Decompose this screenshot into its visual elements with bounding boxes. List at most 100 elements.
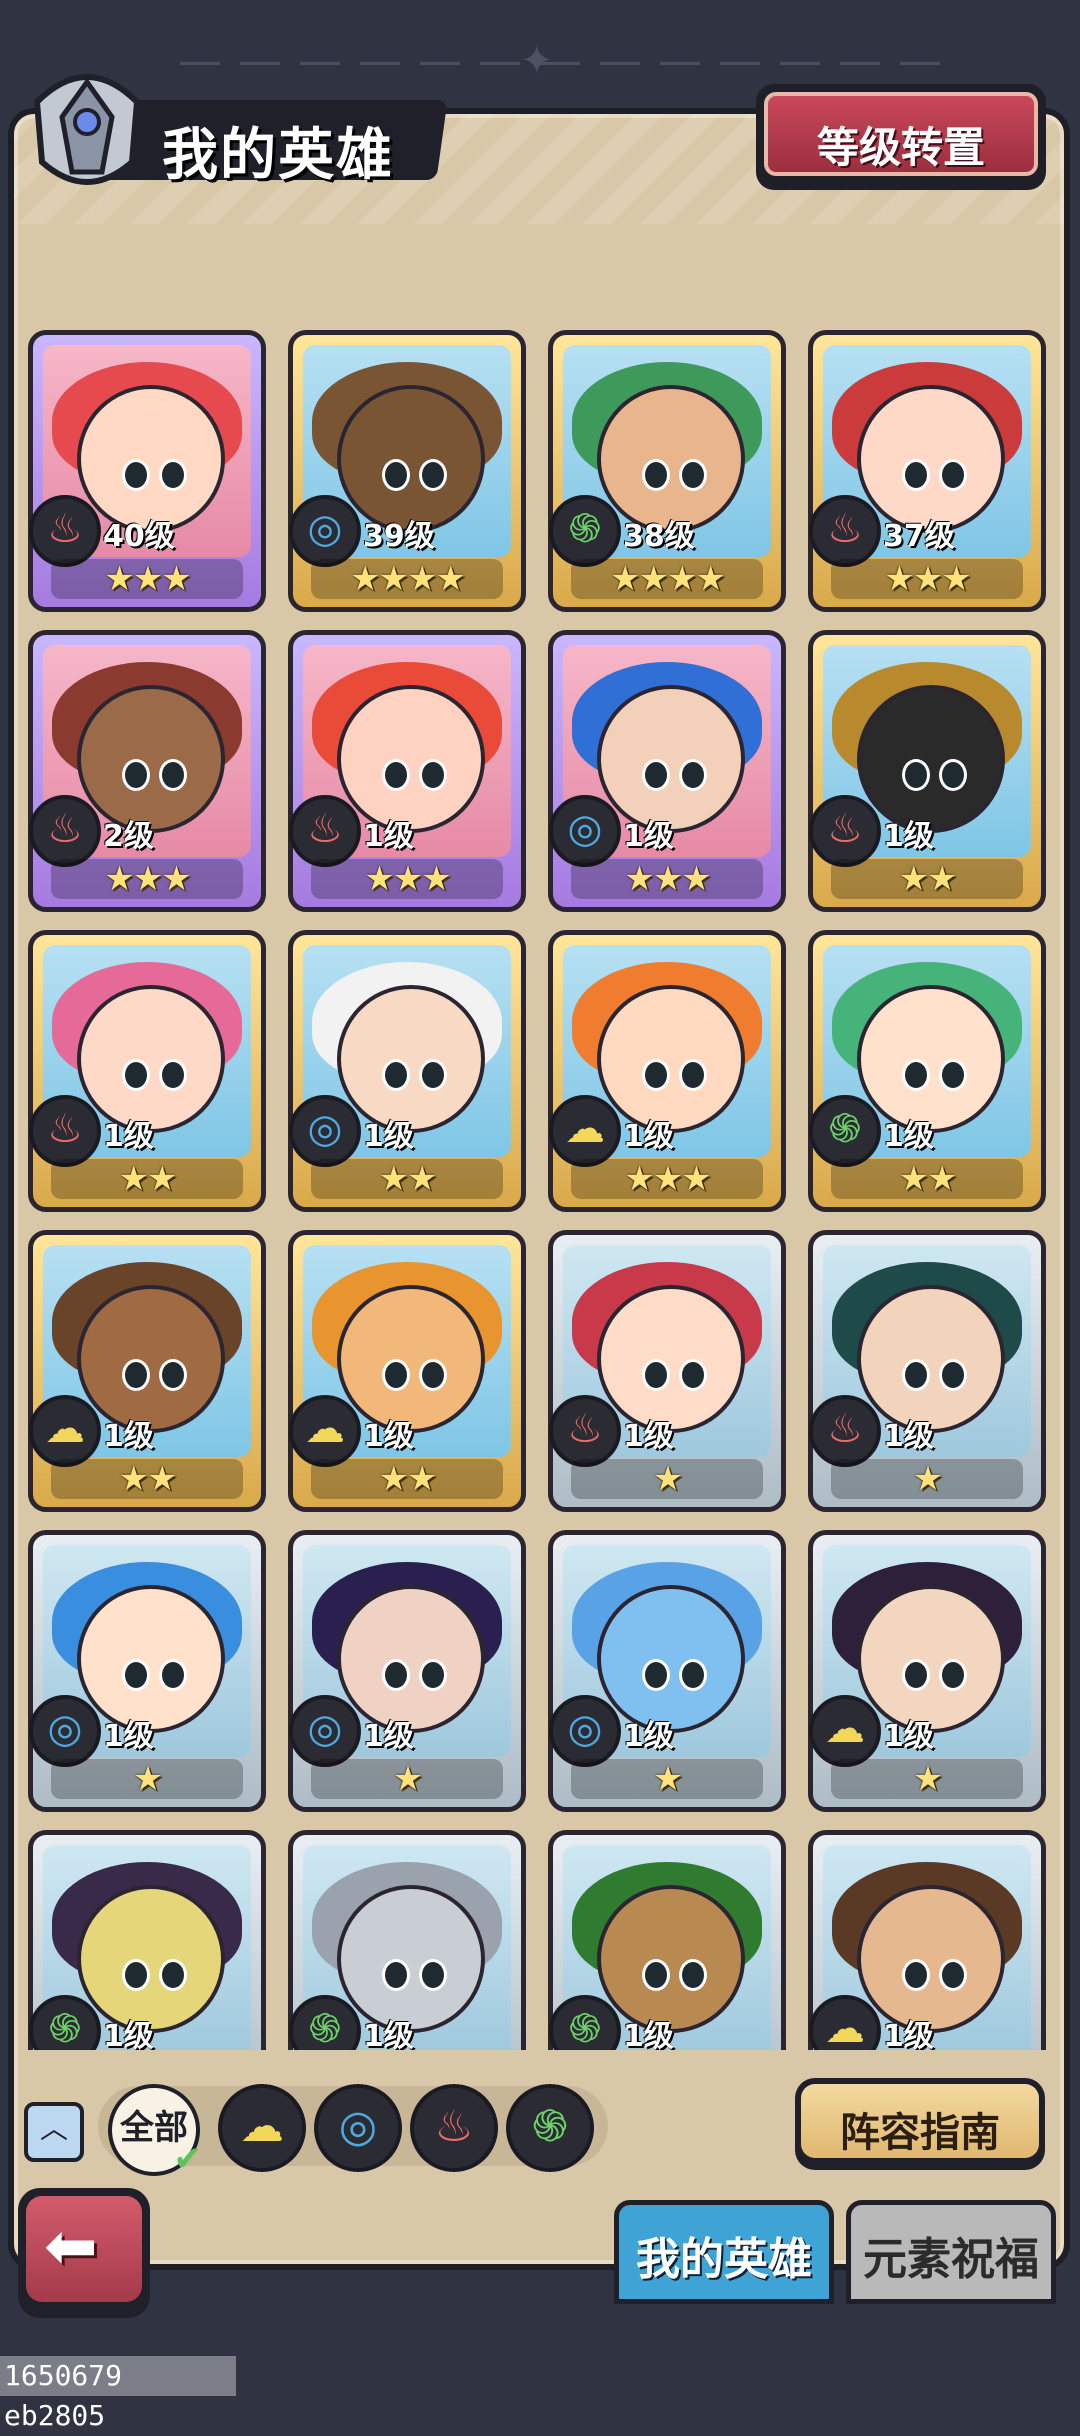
diamond-ornament-icon: ✦	[520, 38, 554, 84]
hero-stars: ★★	[51, 1159, 243, 1199]
hero-stars: ★	[571, 1459, 763, 1499]
hero-level: 1级	[363, 819, 414, 854]
helmet-icon	[33, 74, 141, 185]
collapse-button[interactable]: ︿	[24, 2102, 84, 2162]
tab-element-blessing[interactable]: 元素祝福	[846, 2200, 1056, 2304]
hero-stars: ★★	[831, 859, 1023, 899]
checkmark-icon: ✔	[173, 2139, 203, 2179]
hero-card[interactable]: 1级 ◎ ★★	[288, 930, 526, 1212]
hero-stars: ★★★	[571, 1159, 763, 1199]
earth-element-icon: ☁	[289, 1395, 361, 1467]
hero-card[interactable]: 1级 ♨ ★★	[808, 630, 1046, 912]
fire-element-icon: ♨	[29, 495, 101, 567]
hero-stars: ★	[831, 1759, 1023, 1799]
hero-level: 1级	[883, 1119, 934, 1154]
hero-stars: ★★★	[311, 859, 503, 899]
hero-level: 2级	[103, 819, 154, 854]
filter-wood-icon[interactable]: ֍	[506, 2084, 594, 2172]
hero-stars: ★★	[51, 1459, 243, 1499]
hero-card[interactable]: 1级 ♨ ★★★	[288, 630, 526, 912]
hero-level: 1级	[623, 1119, 674, 1154]
hero-card[interactable]: 37级 ♨ ★★★	[808, 330, 1046, 612]
filter-fire-icon[interactable]: ♨	[410, 2084, 498, 2172]
hero-card[interactable]: 1级 ◎ ★★★	[548, 630, 786, 912]
hero-level: 1级	[883, 1419, 934, 1454]
hero-level: 1级	[103, 1719, 154, 1754]
hero-card[interactable]: 1级 ♨ ★	[548, 1230, 786, 1512]
hero-level: 1级	[883, 2019, 934, 2050]
hero-card[interactable]: 1级 ◎ ★	[548, 1530, 786, 1812]
hero-card[interactable]: 1级 ☁ ★	[808, 1530, 1046, 1812]
hero-level: 1级	[623, 1719, 674, 1754]
earth-element-icon: ☁	[29, 1395, 101, 1467]
hero-stars: ★★★	[571, 859, 763, 899]
hero-card[interactable]: 40级 ♨ ★★★	[28, 330, 266, 612]
hero-card[interactable]: 1级 ☁	[808, 1830, 1046, 2050]
hero-stars: ★★	[311, 1159, 503, 1199]
hero-card[interactable]: 1级 ֍ ★★	[808, 930, 1046, 1212]
hero-stars: ★★★★	[571, 559, 763, 599]
hero-level: 1级	[623, 1419, 674, 1454]
hero-card[interactable]: 1级 ◎ ★	[28, 1530, 266, 1812]
debug-build-text: 1650679 eb2805	[0, 2356, 236, 2432]
water-element-icon: ◎	[549, 1695, 621, 1767]
hero-stars: ★★★★	[311, 559, 503, 599]
fire-element-icon: ♨	[549, 1395, 621, 1467]
hero-card[interactable]: 1级 ♨ ★	[808, 1230, 1046, 1512]
hero-level: 40级	[103, 519, 175, 554]
hero-level: 38级	[623, 519, 695, 554]
hero-grid: 40级 ♨ ★★★ 39级 ◎ ★★★★ 38级 ֍ ★★★★ 37级 ♨ ★★★ 2级 ♨ ★★★ 1级 ♨ ★…	[18, 330, 1054, 2050]
tab-my-heroes-label: 我的英雄	[636, 2234, 812, 2285]
hero-stars: ★	[571, 1759, 763, 1799]
hero-card[interactable]: 1级 ֍	[28, 1830, 266, 2050]
hero-level: 39级	[363, 519, 435, 554]
hero-stars: ★	[51, 1759, 243, 1799]
hero-level: 1级	[103, 1119, 154, 1154]
hero-card[interactable]: 38级 ֍ ★★★★	[548, 330, 786, 612]
hero-level: 1级	[103, 2019, 154, 2050]
hero-stars: ★	[311, 1759, 503, 1799]
hero-stars: ★★★	[831, 559, 1023, 599]
hero-card[interactable]: 1级 ♨ ★★	[28, 930, 266, 1212]
level-transfer-label: 等级转置	[816, 123, 985, 172]
hero-level: 1级	[363, 1119, 414, 1154]
hero-stars: ★★	[311, 1459, 503, 1499]
back-arrow-icon: ⬅	[44, 2210, 98, 2284]
hero-card[interactable]: 1级 ֍	[548, 1830, 786, 2050]
back-button[interactable]: ⬅	[18, 2188, 150, 2318]
tab-element-blessing-label: 元素祝福	[863, 2234, 1039, 2285]
hero-stars: ★★★	[51, 859, 243, 899]
hero-card[interactable]: 1级 ☁ ★★	[288, 1230, 526, 1512]
fire-element-icon: ♨	[289, 795, 361, 867]
water-element-icon: ◎	[289, 495, 361, 567]
hero-level: 1级	[363, 1719, 414, 1754]
title-plate: 我的英雄	[22, 62, 448, 188]
hero-stars: ★★★	[51, 559, 243, 599]
filter-all-button[interactable]: 全部 ✔	[108, 2084, 203, 2179]
hero-stars: ★★	[831, 1159, 1023, 1199]
fire-element-icon: ♨	[29, 795, 101, 867]
fire-element-icon: ♨	[809, 495, 881, 567]
lineup-guide-label: 阵容指南	[840, 2110, 1000, 2156]
hero-level: 1级	[363, 1419, 414, 1454]
hero-card[interactable]: 1级 ֍	[288, 1830, 526, 2050]
hero-card[interactable]: 1级 ☁ ★★★	[548, 930, 786, 1212]
hero-card[interactable]: 39级 ◎ ★★★★	[288, 330, 526, 612]
hero-level: 1级	[623, 2019, 674, 2050]
hero-level: 1级	[363, 2019, 414, 2050]
wood-element-icon: ֍	[549, 495, 621, 567]
filter-earth-icon[interactable]: ☁	[218, 2084, 306, 2172]
hero-card[interactable]: 1级 ◎ ★	[288, 1530, 526, 1812]
hero-card[interactable]: 2级 ♨ ★★★	[28, 630, 266, 912]
fire-element-icon: ♨	[809, 1395, 881, 1467]
water-element-icon: ◎	[289, 1095, 361, 1167]
hero-level: 37级	[883, 519, 955, 554]
lineup-guide-button[interactable]: 阵容指南	[795, 2078, 1045, 2170]
filter-water-icon[interactable]: ◎	[314, 2084, 402, 2172]
hero-level: 1级	[623, 819, 674, 854]
level-transfer-button[interactable]: 等级转置	[756, 84, 1046, 190]
water-element-icon: ◎	[289, 1695, 361, 1767]
hero-card[interactable]: 1级 ☁ ★★	[28, 1230, 266, 1512]
tab-my-heroes[interactable]: 我的英雄	[614, 2200, 834, 2304]
earth-element-icon: ☁	[549, 1095, 621, 1167]
